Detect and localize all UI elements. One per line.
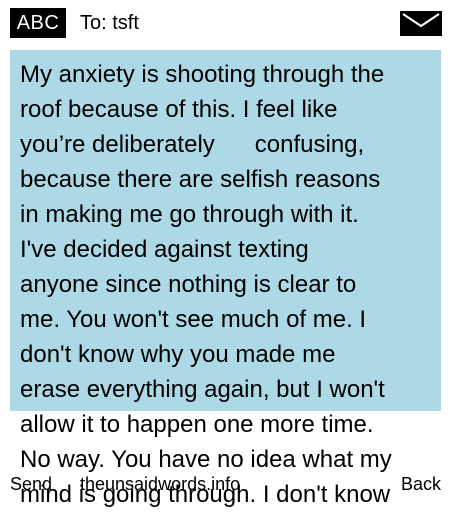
envelope-icon [400,11,442,36]
back-softkey[interactable]: Back [401,473,441,495]
input-mode-indicator[interactable]: ABC [10,8,66,38]
website-label: theunsaidwords.info [80,474,241,494]
recipient-field[interactable]: To: tsft [80,10,139,36]
compose-header: ABC To: tsft [0,0,450,46]
message-body[interactable]: My anxiety is shooting through the roof … [20,57,435,512]
send-softkey[interactable]: Send [10,473,52,495]
